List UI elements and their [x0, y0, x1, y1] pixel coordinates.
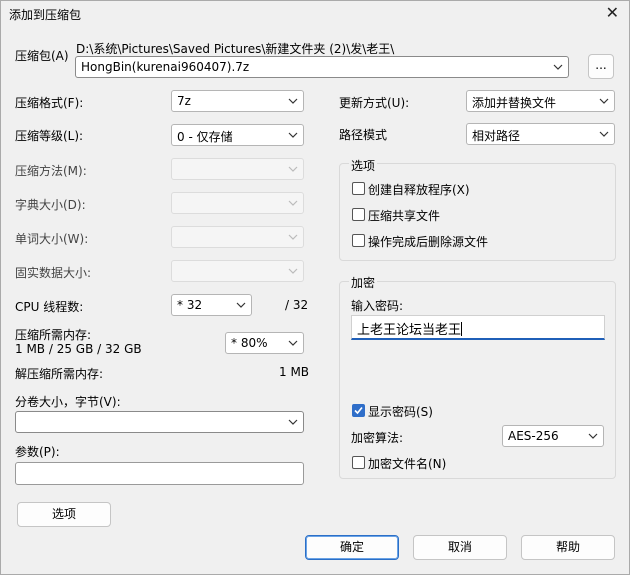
- archive-filename-combo[interactable]: HongBin(kurenai960407).7z: [75, 56, 569, 78]
- algo-value: AES-256: [508, 429, 559, 443]
- solid-label: 固实数据大小:: [15, 266, 92, 280]
- show-password-checkbox[interactable]: [352, 404, 365, 417]
- threads-max: / 32: [285, 298, 309, 312]
- dict-label: 字典大小(D):: [15, 198, 86, 212]
- delete-source-label: 操作完成后删除源文件: [368, 235, 489, 249]
- level-value: 0 - 仅存储: [177, 130, 233, 144]
- shared-label: 压缩共享文件: [368, 209, 441, 223]
- encrypt-names-checkbox[interactable]: [352, 456, 365, 469]
- chevron-down-icon: [236, 301, 246, 309]
- level-label: 压缩等级(L):: [15, 129, 84, 143]
- mem-decomp-value: 1 MB: [279, 365, 310, 379]
- chevron-down-icon: [553, 63, 563, 71]
- chevron-down-icon: [288, 199, 298, 207]
- threads-select[interactable]: * 32: [171, 294, 252, 316]
- format-select[interactable]: 7z: [171, 90, 304, 112]
- mem-comp-label: 压缩所需内存:: [15, 328, 92, 342]
- chevron-down-icon: [288, 339, 298, 347]
- archive-filename: HongBin(kurenai960407).7z: [81, 60, 250, 74]
- shared-checkbox[interactable]: [352, 208, 365, 221]
- format-value: 7z: [177, 94, 191, 108]
- chevron-down-icon: [288, 97, 298, 105]
- sfx-label: 创建自释放程序(X): [368, 183, 470, 197]
- password-value: 上老王论坛当老王: [357, 323, 462, 338]
- mem-comp-select[interactable]: * 80%: [225, 332, 304, 354]
- chevron-down-icon: [288, 267, 298, 275]
- sfx-checkbox[interactable]: [352, 182, 365, 195]
- chevron-down-icon: [588, 432, 598, 440]
- add-to-archive-dialog: 添加到压缩包 ✕ 压缩包(A) D:\系统\Pictures\Saved Pic…: [0, 0, 630, 575]
- cancel-button[interactable]: 取消: [413, 535, 507, 560]
- ok-button[interactable]: 确定: [305, 535, 399, 560]
- word-select: [171, 226, 304, 248]
- chevron-down-icon: [599, 130, 609, 138]
- window-title: 添加到压缩包: [9, 8, 82, 22]
- help-button[interactable]: 帮助: [521, 535, 615, 560]
- close-icon[interactable]: ✕: [606, 3, 619, 22]
- split-combo[interactable]: [15, 411, 304, 433]
- show-password-label: 显示密码(S): [368, 405, 433, 419]
- mem-comp-value: * 80%: [231, 336, 268, 350]
- path-mode-label: 路径模式: [339, 128, 388, 142]
- chevron-down-icon: [288, 418, 298, 426]
- update-label: 更新方式(U):: [339, 96, 410, 110]
- mem-comp-detail: 1 MB / 25 GB / 32 GB: [15, 342, 142, 356]
- update-value: 添加并替换文件: [472, 96, 557, 110]
- archive-path: D:\系统\Pictures\Saved Pictures\新建文件夹 (2)\…: [76, 42, 395, 56]
- params-input[interactable]: [15, 462, 304, 485]
- chevron-down-icon: [599, 97, 609, 105]
- chevron-down-icon: [288, 131, 298, 139]
- word-label: 单词大小(W):: [15, 232, 89, 246]
- options-group-title: 选项: [349, 157, 378, 174]
- path-mode-select[interactable]: 相对路径: [466, 123, 615, 145]
- format-label: 压缩格式(F):: [15, 96, 84, 110]
- path-mode-value: 相对路径: [472, 129, 521, 143]
- chevron-down-icon: [288, 165, 298, 173]
- archive-label: 压缩包(A): [15, 49, 69, 63]
- browse-button[interactable]: ...: [588, 54, 614, 79]
- delete-source-checkbox[interactable]: [352, 234, 365, 247]
- encryption-group-title: 加密: [349, 274, 378, 291]
- algo-label: 加密算法:: [351, 431, 404, 445]
- threads-value: * 32: [177, 298, 203, 312]
- encrypt-names-label: 加密文件名(N): [368, 457, 447, 471]
- level-select[interactable]: 0 - 仅存储: [171, 124, 304, 146]
- params-label: 参数(P):: [15, 445, 60, 459]
- method-label: 压缩方法(M):: [15, 164, 87, 178]
- dict-select: [171, 192, 304, 214]
- mem-decomp-label: 解压缩所需内存:: [15, 367, 104, 381]
- solid-select: [171, 260, 304, 282]
- split-label: 分卷大小，字节(V):: [15, 395, 121, 409]
- options-button[interactable]: 选项: [17, 502, 111, 527]
- update-select[interactable]: 添加并替换文件: [466, 90, 615, 112]
- password-label: 输入密码:: [351, 299, 404, 313]
- chevron-down-icon: [288, 233, 298, 241]
- threads-label: CPU 线程数:: [15, 300, 84, 314]
- algo-select[interactable]: AES-256: [502, 425, 604, 447]
- method-select: [171, 158, 304, 180]
- title-bar: 添加到压缩包 ✕: [1, 1, 629, 27]
- password-input[interactable]: 上老王论坛当老王: [351, 315, 605, 340]
- text-cursor: [461, 322, 463, 336]
